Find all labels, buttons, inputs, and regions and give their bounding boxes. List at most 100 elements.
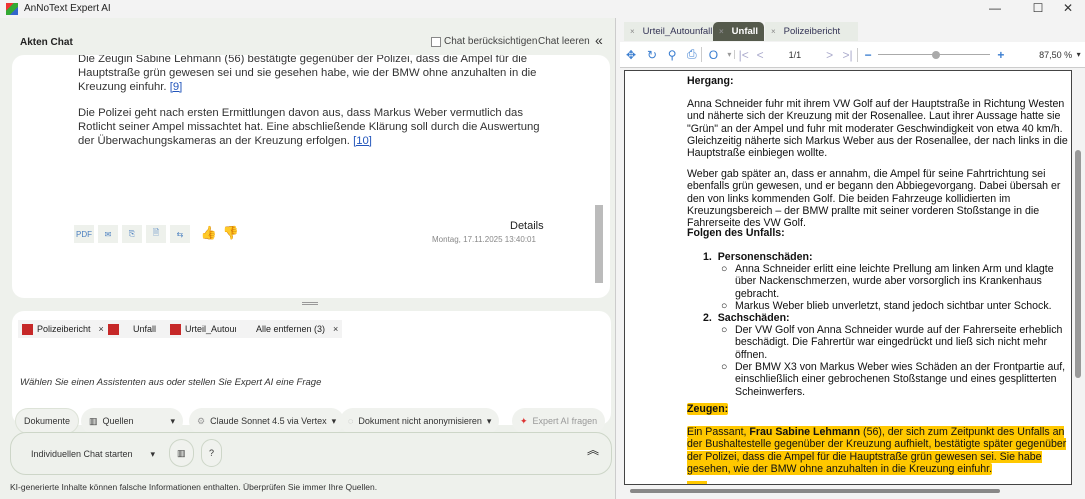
chevron-down-icon[interactable]: ▾ — [1072, 50, 1085, 59]
doc-sublist-item: ○ Anna Schneider erlitt eine leichte Prel… — [721, 263, 1054, 300]
expand-icon[interactable]: ︽ — [587, 441, 599, 458]
pan-icon[interactable]: ✥ — [620, 48, 642, 62]
start-chat-label: Individuellen Chat starten — [31, 449, 133, 459]
close-tab-icon[interactable]: × — [771, 27, 776, 36]
minimize-button[interactable]: — — [980, 1, 1010, 15]
message-actions: PDF ✉ ⎘ 🗎 ⇆ 👍 👎 — [74, 225, 240, 243]
chat-messages: Die Zeugin Sabine Lehmann (56) bestätigt… — [12, 55, 610, 298]
doc-list-item: 1. Personenschäden: — [703, 251, 813, 263]
library-button[interactable]: ▥ — [169, 439, 194, 467]
doc-sublist-item: ○ Markus Weber blieb unverletzt, stand je… — [721, 300, 1052, 312]
doc-heading: Folgen des Unfalls: — [687, 227, 785, 239]
panel-title: Akten Chat — [20, 37, 73, 48]
chip-label: Unfall — [133, 324, 157, 334]
maximize-button[interactable]: ☐ — [1023, 1, 1053, 15]
thumbs-up-icon[interactable]: 👍 — [200, 225, 218, 243]
print-icon[interactable]: ⎙ — [682, 47, 703, 62]
thumbs-down-icon[interactable]: 👎 — [222, 225, 240, 243]
message-timestamp: Montag, 17.11.2025 13:40:01 — [432, 235, 536, 244]
email-icon[interactable]: ✉ — [98, 225, 118, 243]
horizontal-scrollbar[interactable] — [624, 485, 1072, 497]
model-label: Claude Sonnet 4.5 via Vertex — [210, 416, 327, 426]
documents-button[interactable]: Dokumente — [15, 408, 80, 434]
document-page: Hergang: Anna Schneider fuhr mit ihrem V… — [624, 70, 1072, 485]
sources-label: Quellen — [102, 416, 134, 426]
page-indicator[interactable]: 1/1 — [768, 50, 821, 60]
close-tab-icon[interactable]: × — [719, 27, 724, 36]
tab-label: Polizeibericht — [783, 26, 841, 37]
anonymize-label: Dokument nicht anonymisieren — [358, 416, 482, 426]
zoom-slider[interactable] — [878, 50, 990, 60]
export-pdf-icon[interactable]: PDF — [74, 225, 94, 243]
sources-dropdown[interactable]: ▥ Quellen ▾ — [81, 408, 183, 434]
first-page-icon[interactable]: |< — [735, 48, 751, 62]
pdf-icon — [22, 323, 33, 335]
chevron-down-icon[interactable]: ▾ — [724, 50, 736, 59]
search-icon[interactable]: ⚲ — [662, 48, 682, 62]
window-title: AnNoText Expert AI — [24, 3, 111, 14]
rotate-icon[interactable]: ↻ — [642, 48, 662, 62]
close-button[interactable]: ✕ — [1053, 1, 1083, 15]
citation-link[interactable]: [9] — [170, 81, 183, 93]
pdf-icon — [170, 323, 181, 335]
doc-heading-highlighted: Zeugen: — [687, 403, 729, 415]
ask-label: Expert AI fragen — [532, 416, 598, 426]
model-dropdown[interactable]: ⚙ Claude Sonnet 4.5 via Vertex ▾ — [189, 408, 345, 434]
doc-paragraph-highlighted: Ein Passant, Frau Sabine Lehmann (56), d… — [687, 426, 1067, 475]
clear-chat-button[interactable]: Chat leeren — [538, 36, 590, 47]
document-icon[interactable]: 🗎 — [146, 225, 166, 243]
tab-unfall[interactable]: × Unfall — [713, 22, 765, 41]
zoom-level[interactable]: 87,50 % — [1012, 50, 1072, 60]
chevron-down-icon: ▾ — [170, 415, 175, 426]
chat-scrollbar[interactable] — [594, 65, 604, 288]
pdf-icon — [108, 323, 119, 335]
last-page-icon[interactable]: >| — [838, 47, 859, 62]
library-icon: ▥ — [177, 447, 186, 458]
citation-link[interactable]: [10] — [353, 135, 372, 147]
tab-label: Unfall — [731, 26, 759, 37]
prompt-input[interactable]: Wählen Sie einen Assistenten aus oder st… — [20, 377, 321, 388]
checkbox-label: Chat berücksichtigen — [444, 36, 538, 47]
vertical-scrollbar[interactable] — [1072, 70, 1084, 485]
remove-all-label: Alle entfernen (3) — [256, 324, 326, 334]
title-bar: AnNoText Expert AI — ☐ ✕ — [0, 0, 1085, 18]
details-link[interactable]: Details — [510, 220, 544, 232]
message-paragraph: Die Zeugin Sabine Lehmann (56) bestätigt… — [78, 55, 537, 93]
resize-handle[interactable] — [302, 302, 318, 305]
doc-paragraph: Weber gab später an, dass er annahm, die… — [687, 168, 1061, 230]
remove-chip-icon[interactable]: × — [99, 324, 104, 334]
expert-ai-icon: ✦ — [520, 415, 528, 426]
chat-panel: Akten Chat Chat berücksichtigen Chat lee… — [0, 18, 616, 499]
document-chip[interactable]: Polizeibericht × — [18, 320, 108, 338]
help-button[interactable]: ? — [201, 439, 223, 467]
copy-icon[interactable]: ⎘ — [122, 225, 142, 243]
next-page-icon[interactable]: > — [821, 48, 837, 62]
document-viewer: × Urteil_Autounfall × Unfall × Polizeiberic… — [620, 18, 1085, 499]
doc-sublist-item: ○ Der BMW X3 von Markus Weber wies Schäde… — [721, 361, 1066, 398]
chat-start-bar: Individuellen Chat starten ▾ ▥ ? ︽ — [10, 432, 612, 475]
ask-expert-ai-button[interactable]: ✦ Expert AI fragen — [512, 408, 606, 434]
chevron-down-icon: ▾ — [486, 415, 492, 426]
remove-all-icon[interactable]: × — [333, 324, 338, 334]
start-chat-dropdown[interactable]: Individuellen Chat starten ▾ — [23, 441, 163, 467]
collapse-icon[interactable]: « — [595, 32, 603, 48]
transfer-icon[interactable]: ⇆ — [170, 225, 190, 243]
tab-urteil-autounfall[interactable]: × Urteil_Autounfall — [624, 22, 719, 41]
disclaimer: KI-generierte Inhalte können falsche Inf… — [10, 482, 378, 492]
anonymize-dropdown[interactable]: ◌ Dokument nicht anonymisieren ▾ — [340, 408, 500, 434]
consider-chat-checkbox[interactable]: Chat berücksichtigen — [431, 36, 537, 47]
zoom-out-icon[interactable]: − — [858, 48, 878, 62]
model-icon: ⚙ — [197, 415, 206, 426]
library-icon: ▥ — [89, 415, 98, 426]
tab-polizeibericht[interactable]: × Polizeibericht — [765, 22, 859, 41]
doc-sublist-item: ○ Der VW Golf von Anna Schneider wurde au… — [721, 324, 1063, 361]
shape-icon[interactable]: O — [702, 48, 724, 62]
previous-page-icon[interactable]: < — [752, 48, 768, 62]
chevron-down-icon: ▾ — [150, 448, 155, 459]
mask-icon: ◌ — [348, 416, 354, 426]
remove-all-button[interactable]: Alle entfernen (3) × — [236, 320, 343, 338]
zoom-in-icon[interactable]: + — [990, 48, 1012, 62]
doc-paragraph: Anna Schneider fuhr mit ihrem VW Golf au… — [687, 98, 1068, 160]
prompt-box: Polizeibericht× Unfall× Urteil_Autounfal… — [12, 311, 611, 434]
close-tab-icon[interactable]: × — [630, 27, 635, 36]
